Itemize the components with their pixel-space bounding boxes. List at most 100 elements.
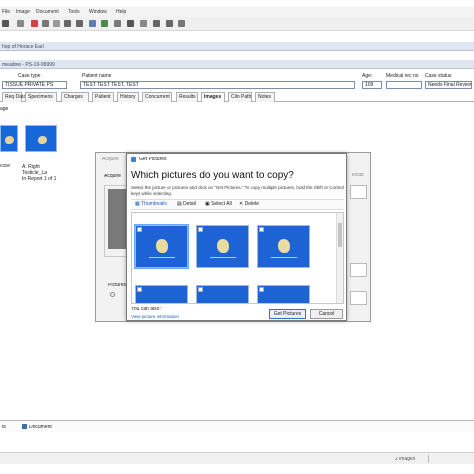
acquire-side-button[interactable] (350, 291, 367, 305)
case-type-label: Case type (18, 73, 41, 79)
tab-results[interactable]: Results (176, 92, 198, 102)
document-icon (22, 424, 27, 429)
specimen-image (5, 136, 14, 144)
paste-icon[interactable] (53, 20, 60, 27)
picture-grid-scrollbar[interactable] (336, 213, 343, 303)
menu-image[interactable]: Image (16, 9, 30, 15)
picture-checkbox[interactable] (137, 287, 142, 292)
menu-file[interactable]: File (2, 9, 10, 15)
patient-name-field[interactable]: TEST TEST TEST, TEST (80, 81, 355, 89)
ruler-mark (149, 257, 175, 258)
dialog-toolbar: ▦ Thumbnails ▤ Detail ▣ Select All ✕ Del… (131, 199, 344, 210)
image-count-status: 2 images (395, 457, 416, 462)
main-window-title-bar: hop of Horace Earl (0, 42, 474, 51)
image-icon[interactable] (127, 20, 134, 27)
menu-window[interactable]: Window (89, 9, 107, 15)
picture-checkbox[interactable] (259, 227, 264, 232)
redo-icon[interactable] (76, 20, 83, 27)
status-bar: 2 images (0, 452, 474, 464)
tab-clin-path[interactable]: Clin Path (228, 92, 252, 102)
ruler-mark (271, 257, 297, 258)
specimen-image (217, 239, 229, 253)
main-window-title: hop of Horace Earl (2, 44, 44, 50)
case-type-field[interactable]: TISSUE PRIVATE PS (2, 81, 67, 89)
acquire-side-button[interactable] (350, 185, 367, 199)
select-all-label: Select All (211, 201, 232, 207)
scan-icon[interactable] (114, 20, 121, 27)
picture-checkbox[interactable] (137, 227, 142, 232)
acquire-side-button[interactable] (350, 263, 367, 277)
tab-specimens[interactable]: Specimens (25, 92, 57, 102)
main-toolbar (0, 17, 474, 31)
patient-name-label: Patient name (82, 73, 112, 79)
picture-tile[interactable] (135, 285, 188, 303)
image-section-label: age (0, 106, 9, 112)
case-status-field[interactable]: Needs Final Review (425, 81, 472, 89)
picture-checkbox[interactable] (198, 287, 203, 292)
specimen-image (278, 239, 290, 253)
acquire-side-label: ectlbi (352, 173, 364, 178)
image-thumbnail[interactable] (0, 125, 18, 152)
acquire-field-label: Acquire (104, 174, 121, 179)
menu-tools[interactable]: Tools (68, 9, 80, 15)
thumbnails-view-button[interactable]: ▦ Thumbnails (135, 202, 167, 207)
zoom-icon[interactable] (153, 20, 160, 27)
picture-option-radio[interactable] (110, 292, 115, 297)
edit-icon[interactable] (17, 20, 24, 27)
dialog-instructions: Select the picture or pictures and click… (131, 185, 344, 196)
menu-help[interactable]: Help (116, 9, 126, 15)
specimen-image (38, 136, 47, 144)
case-window-title: meadow - PS-19-99999 (2, 62, 55, 68)
get-pictures-dialog: Get Pictures Which pictures do you want … (126, 153, 347, 321)
tab-charges[interactable]: Charges (61, 92, 89, 102)
specimen-image (156, 239, 168, 253)
tab-concurrent[interactable]: Concurrent (142, 92, 172, 102)
delete-button[interactable]: ✕ Delete (239, 202, 259, 207)
bottom-tab-document[interactable]: Document (29, 425, 52, 430)
picture-grid (131, 212, 344, 304)
tab-images[interactable]: Images (201, 92, 225, 102)
medical-rec-field[interactable] (386, 81, 422, 89)
picture-tile[interactable] (257, 285, 310, 303)
picture-checkbox[interactable] (259, 287, 264, 292)
detail-view-button[interactable]: ▤ Detail (177, 202, 196, 207)
delete-icon[interactable] (31, 20, 38, 27)
status-divider (428, 455, 429, 463)
tab-notes[interactable]: Notes (255, 92, 275, 102)
bottom-tab-results[interactable]: ts (2, 425, 6, 430)
cancel-button[interactable]: Cancel (310, 309, 343, 319)
tab-history[interactable]: History (117, 92, 139, 102)
menu-document[interactable]: Document (36, 9, 59, 15)
image-thumbnail[interactable] (25, 125, 57, 152)
ruler-mark (210, 257, 236, 258)
dialog-title: Get Pictures (139, 157, 167, 162)
tab-req-data[interactable]: Req Data (2, 92, 26, 102)
thumbnails-label: Thumbnails (141, 201, 167, 207)
document-icon[interactable] (89, 20, 96, 27)
camera-icon[interactable] (101, 20, 108, 27)
tab-patient[interactable]: Patient (92, 92, 114, 102)
picture-tile[interactable] (134, 224, 189, 269)
age-label: Age: (362, 73, 373, 79)
get-pictures-button[interactable]: Get Pictures (269, 309, 306, 319)
settings-icon[interactable] (178, 20, 185, 27)
age-field[interactable]: 109 (362, 81, 382, 89)
copy-icon[interactable] (42, 20, 49, 27)
scrollbar-thumb[interactable] (338, 223, 342, 247)
picture-tile[interactable] (196, 225, 249, 268)
picture-checkbox[interactable] (198, 227, 203, 232)
view-picture-info-link[interactable]: View picture information (131, 315, 179, 320)
select-all-button[interactable]: ▣ Select All (205, 202, 232, 207)
picture-tile[interactable] (196, 285, 249, 303)
grid-icon[interactable] (140, 20, 147, 27)
case-tabs: Req Data Specimens Charges Patient Histo… (0, 92, 474, 102)
undo-icon[interactable] (64, 20, 71, 27)
pan-icon[interactable] (166, 20, 173, 27)
pictures-label: Pictures (108, 283, 127, 288)
delete-label: Delete (244, 201, 260, 207)
print-icon[interactable] (2, 20, 9, 27)
picture-tile[interactable] (257, 225, 310, 268)
case-status-label: Case status (425, 73, 452, 79)
bottom-tabs: ts Document (0, 420, 474, 432)
dialog-heading: Which pictures do you want to copy? (131, 171, 294, 181)
